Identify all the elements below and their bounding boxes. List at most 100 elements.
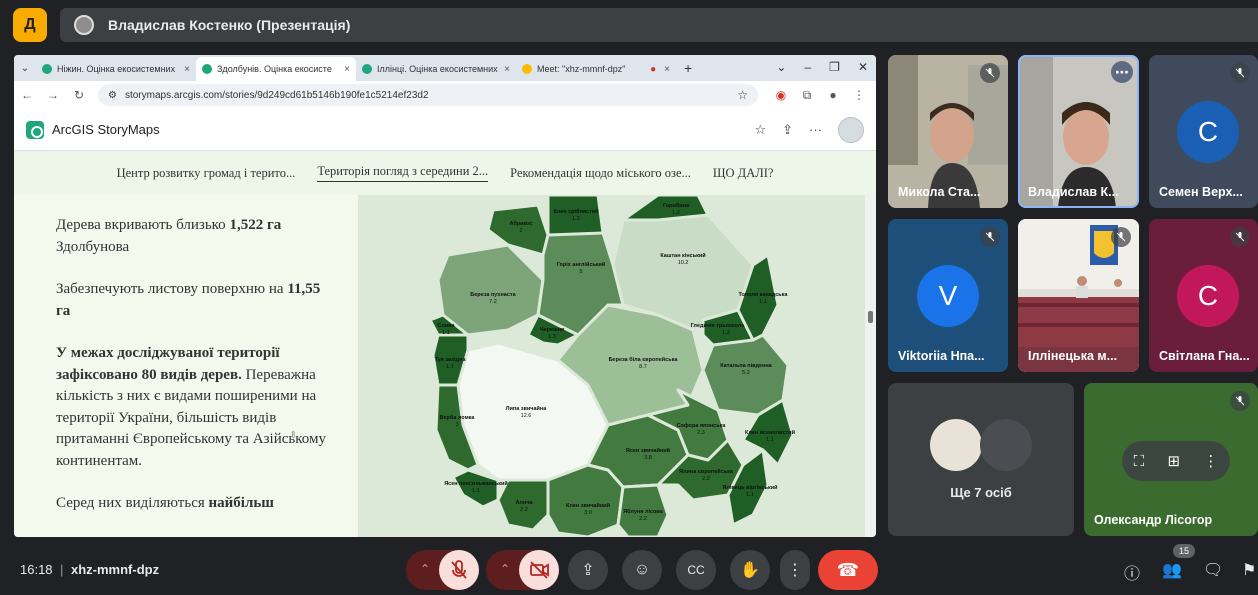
leave-call-button[interactable]: ☎ [818, 550, 878, 590]
others-tile[interactable]: Ще 7 осіб [888, 383, 1074, 536]
nav-item-recommendations[interactable]: Рекомендація щодо міського озе... [510, 166, 691, 181]
extensions-puzzle-icon[interactable]: ⧉ [794, 88, 820, 103]
chevron-up-icon[interactable]: ⌃ [500, 562, 510, 576]
participant-tile-illintsi[interactable]: Іллінецька м... [1018, 219, 1139, 372]
bookmark-star-icon[interactable]: ☆ [737, 88, 748, 102]
voronoi-tree-chart[interactable]: Липа звичайна 12.6 Каштан кінський 10.2 Бере… [358, 195, 865, 537]
captions-button[interactable]: CC [676, 550, 716, 590]
voronoi-cell[interactable] [546, 463, 625, 537]
voronoi-cell-value: 1.1 [746, 492, 754, 498]
add-to-screen-icon[interactable]: ⊞ [1167, 452, 1180, 470]
storymap-favicon-icon [362, 64, 372, 74]
voronoi-cell-value: 3.8 [644, 455, 652, 461]
separator: | [60, 562, 64, 577]
back-icon[interactable]: ← [14, 88, 40, 102]
favorite-star-icon[interactable]: ☆ [754, 122, 766, 138]
arcgis-storymaps-logo-icon [26, 120, 44, 139]
storymap-header: ArcGIS StoryMaps ☆ ⇪ ··· [14, 109, 876, 151]
paragraph-notable: Серед них виділяються найбільш [56, 493, 338, 515]
participant-tile-vladyslav[interactable]: ⋯ Владислав К... [1018, 55, 1139, 208]
presentation-title: Владислав Костенко (Презентація) [108, 17, 351, 33]
storymap-actions: ☆ ⇪ ··· [754, 116, 864, 143]
frame-icon[interactable]: ⛶ [1134, 453, 1145, 470]
tab-label: Ніжин. Оцінка екосистемних [57, 64, 176, 74]
more-options-icon[interactable]: ··· [809, 122, 822, 137]
nav-item-community-center[interactable]: Центр розвитку громад і терито... [117, 166, 296, 181]
maximize-icon[interactable]: ❐ [829, 60, 840, 74]
shared-browser-window: ⌄ Ніжин. Оцінка екосистемних × Здолбунів… [14, 55, 876, 537]
people-icon[interactable]: 👥 [1162, 560, 1182, 580]
user-avatar[interactable] [838, 116, 864, 143]
close-icon[interactable]: × [664, 64, 670, 75]
opera-extension-icon[interactable]: ◉ [768, 88, 794, 102]
close-icon[interactable]: × [184, 64, 190, 75]
chat-icon[interactable]: 🗨 [1203, 560, 1223, 580]
nav-item-whats-next[interactable]: ЩО ДАЛІ? [713, 166, 774, 181]
tab-search-icon[interactable]: ⌄ [776, 60, 786, 74]
more-options-icon[interactable]: ⋯ [1111, 61, 1133, 83]
voronoi-cell-value: 12.6 [521, 413, 532, 419]
chevron-down-icon[interactable]: ⌄ [14, 63, 36, 74]
hand-icon: ✋ [740, 562, 760, 579]
browser-menu-icon[interactable]: ⋮ [846, 88, 872, 102]
captions-icon: CC [687, 563, 705, 577]
mic-off-icon [980, 63, 1000, 83]
top-bar: Д Владислав Костенко (Презентація) [0, 0, 1258, 48]
mic-toggle-button[interactable] [439, 550, 479, 590]
tab-meet[interactable]: Meet: "xhz-mmnf-dpz" ● × [516, 57, 676, 81]
voronoi-cell-value: 1.2 [672, 210, 680, 216]
participant-name: Іллінецька м... [1028, 349, 1118, 363]
new-tab-icon[interactable]: + [676, 60, 700, 76]
present-screen-button[interactable]: ⇪ [568, 550, 608, 590]
participant-name: Владислав К... [1028, 185, 1119, 199]
voronoi-cell-label: Горобина [663, 202, 690, 209]
participant-avatar: С [1177, 101, 1239, 163]
participant-tile-semen[interactable]: С Семен Верх... [1149, 55, 1258, 208]
scrollbar-thumb[interactable] [868, 311, 873, 323]
voronoi-cell[interactable] [436, 243, 545, 337]
participant-tile-oleksandr[interactable]: ⛶ ⊞ ⋮ Олександр Лісогор [1084, 383, 1258, 536]
text: Дерева вкривають близько [56, 217, 230, 233]
raise-hand-button[interactable]: ✋ [730, 550, 770, 590]
meeting-info-icon[interactable]: ⓘ [1124, 560, 1140, 584]
window-close-icon[interactable]: ✕ [858, 60, 868, 74]
story-content: Дерева вкривають близько 1,522 га Здолбу… [14, 195, 876, 537]
voronoi-cell-value: 2.2 [639, 516, 647, 522]
nav-item-territory-inside[interactable]: Територія погляд з середини 2... [317, 164, 489, 182]
share-icon[interactable]: ⇪ [782, 122, 793, 138]
site-info-icon[interactable]: ⚙ [108, 90, 117, 101]
profile-avatar-icon[interactable]: ● [820, 88, 846, 102]
forward-icon[interactable]: → [40, 88, 66, 102]
participant-tile-mykola[interactable]: Микола Ста... [888, 55, 1008, 208]
more-options-button[interactable]: ⋮ [780, 550, 810, 590]
tab-label: Meet: "xhz-mmnf-dpz" [537, 64, 626, 74]
camera-toggle-button[interactable] [519, 550, 559, 590]
voronoi-cell-value: 5 [579, 269, 582, 275]
voronoi-cell-value: 3 [455, 422, 458, 428]
story-text-panel[interactable]: Дерева вкривають близько 1,522 га Здолбу… [14, 195, 358, 537]
tab-nizhyn[interactable]: Ніжин. Оцінка екосистемних × [36, 57, 196, 81]
more-vert-icon[interactable]: ⋮ [1203, 452, 1218, 470]
minimize-icon[interactable]: – [804, 60, 811, 74]
mic-off-icon [1230, 63, 1250, 83]
presentation-bar[interactable]: Владислав Костенко (Презентація) [60, 8, 1258, 42]
address-bar[interactable]: ⚙ storymaps.arcgis.com/stories/9d249cd61… [98, 84, 758, 106]
participant-tile-svitlana[interactable]: С Світлана Гна... [1149, 219, 1258, 372]
activities-icon[interactable]: ⚑ [1242, 560, 1256, 580]
voronoi-cell-label: Ялівець віргінський [723, 484, 778, 491]
close-icon[interactable]: × [344, 64, 350, 75]
page-scrollbar[interactable] [865, 195, 876, 537]
tab-illintsi[interactable]: Іллінці. Оцінка екосистемних × [356, 57, 516, 81]
close-icon[interactable]: × [504, 64, 510, 75]
tab-zdolbuniv[interactable]: Здолбунів. Оцінка екосисте × [196, 57, 356, 81]
present-screen-icon: ⇪ [581, 562, 595, 579]
voronoi-cell-value: 7.2 [489, 299, 497, 305]
reactions-button[interactable]: ☺ [622, 550, 662, 590]
reload-icon[interactable]: ↻ [66, 88, 92, 102]
mic-off-icon [451, 560, 467, 579]
participant-tile-viktoriia[interactable]: V Viktoriia Нпа... [888, 219, 1008, 372]
story-navigation: Центр розвитку громад і терито... Терито… [14, 151, 876, 195]
chevron-up-icon[interactable]: ⌃ [420, 562, 430, 576]
meet-favicon-icon [522, 64, 532, 74]
voronoi-cell[interactable] [546, 195, 605, 237]
